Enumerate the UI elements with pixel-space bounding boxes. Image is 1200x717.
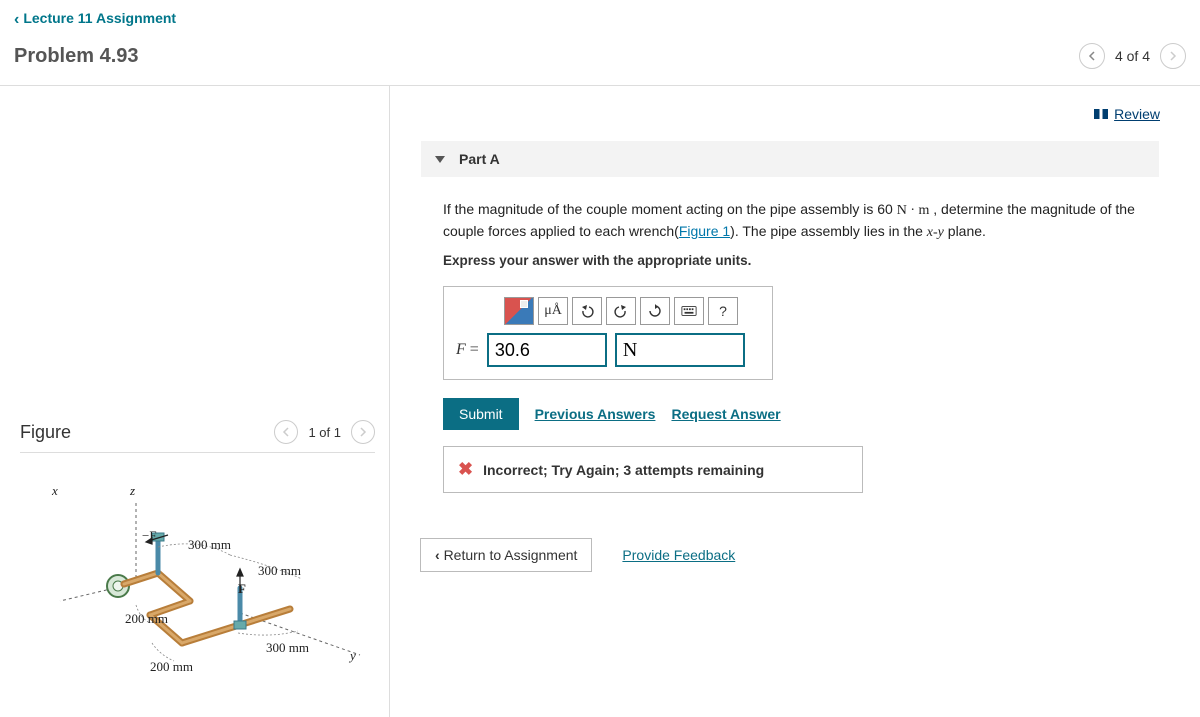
unit-input[interactable] bbox=[615, 333, 745, 367]
force-pos: F bbox=[238, 581, 246, 597]
prompt-text: If the magnitude of the couple moment ac… bbox=[443, 199, 1137, 243]
keyboard-tool[interactable] bbox=[674, 297, 704, 325]
figure-nav: 1 of 1 bbox=[274, 420, 375, 444]
dim-5: 300 mm bbox=[266, 640, 309, 656]
figure-diagram: z x y −F F 300 mm 300 mm 200 mm 200 mm 3… bbox=[20, 483, 375, 703]
figure-page-indicator: 1 of 1 bbox=[308, 425, 341, 440]
prev-figure-button[interactable] bbox=[274, 420, 298, 444]
review-link[interactable]: Review bbox=[1094, 106, 1160, 122]
prev-problem-button[interactable] bbox=[1079, 43, 1105, 69]
part-title: Part A bbox=[459, 151, 500, 167]
axis-z: z bbox=[130, 483, 135, 499]
feedback-text: Incorrect; Try Again; 3 attempts remaini… bbox=[483, 462, 764, 478]
return-to-assignment-button[interactable]: Return to Assignment bbox=[420, 538, 592, 572]
previous-answers-link[interactable]: Previous Answers bbox=[535, 406, 656, 422]
next-figure-button[interactable] bbox=[351, 420, 375, 444]
reset-tool[interactable] bbox=[640, 297, 670, 325]
axis-y: y bbox=[350, 648, 356, 664]
problem-nav: 4 of 4 bbox=[1079, 43, 1186, 69]
caret-down-icon bbox=[435, 156, 445, 163]
part-header[interactable]: Part A bbox=[421, 141, 1159, 177]
request-answer-link[interactable]: Request Answer bbox=[671, 406, 780, 422]
submit-button[interactable]: Submit bbox=[443, 398, 519, 430]
redo-tool[interactable] bbox=[606, 297, 636, 325]
hint-line: Express your answer with the appropriate… bbox=[443, 253, 1137, 268]
problem-page-indicator: 4 of 4 bbox=[1115, 48, 1150, 64]
next-problem-button[interactable] bbox=[1160, 43, 1186, 69]
dim-4: 200 mm bbox=[150, 659, 193, 675]
provide-feedback-link[interactable]: Provide Feedback bbox=[622, 547, 735, 563]
back-to-assignment-link[interactable]: Lecture 11 Assignment bbox=[14, 10, 176, 26]
units-tool[interactable]: μÅ bbox=[538, 297, 568, 325]
incorrect-icon: ✖ bbox=[458, 459, 473, 480]
dim-3: 200 mm bbox=[125, 611, 168, 627]
force-neg: −F bbox=[142, 528, 157, 544]
axis-x: x bbox=[52, 483, 58, 499]
help-tool[interactable]: ? bbox=[708, 297, 738, 325]
dim-2: 300 mm bbox=[258, 563, 301, 579]
figure-1-link[interactable]: Figure 1 bbox=[679, 223, 730, 239]
undo-tool[interactable] bbox=[572, 297, 602, 325]
templates-tool[interactable] bbox=[504, 297, 534, 325]
figure-title: Figure bbox=[20, 422, 71, 443]
feedback-box: ✖ Incorrect; Try Again; 3 attempts remai… bbox=[443, 446, 863, 493]
answer-box: μÅ ? bbox=[443, 286, 773, 380]
value-input[interactable] bbox=[487, 333, 607, 367]
equation-label: F= bbox=[456, 341, 479, 359]
dim-1: 300 mm bbox=[188, 537, 231, 553]
problem-title: Problem 4.93 bbox=[14, 45, 139, 68]
